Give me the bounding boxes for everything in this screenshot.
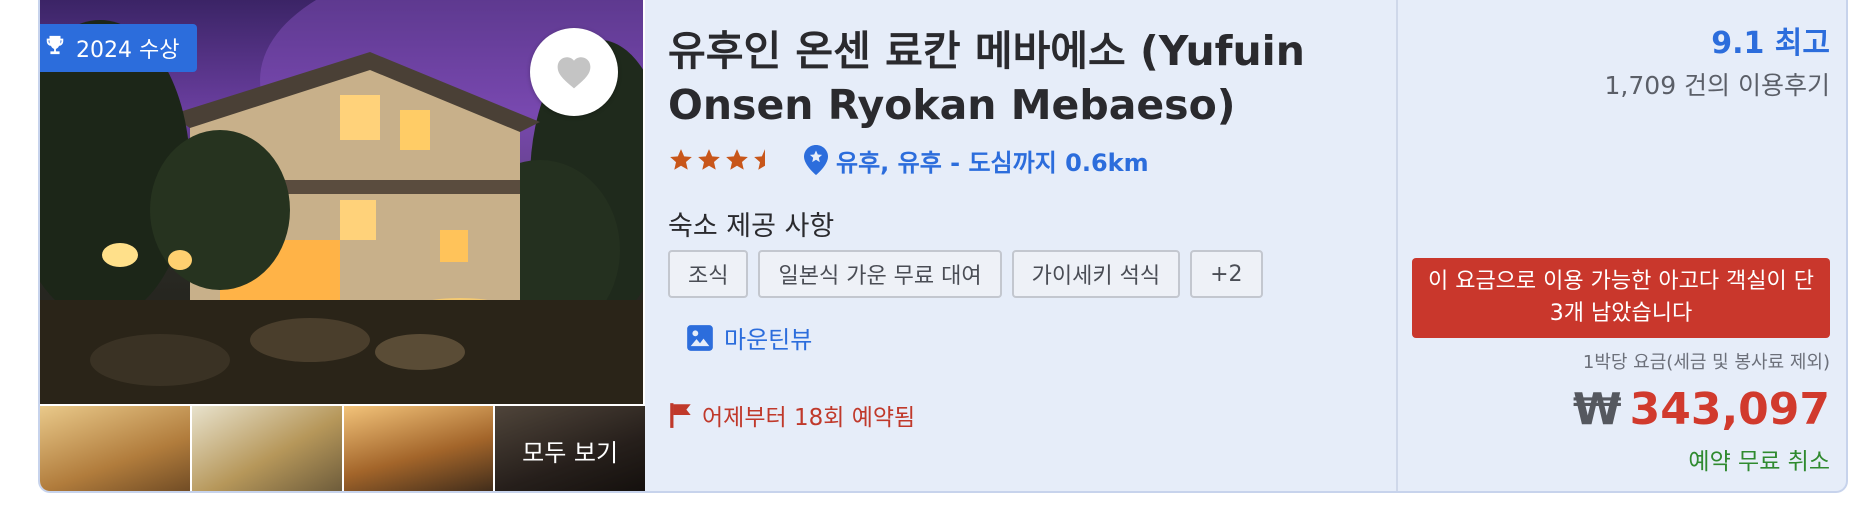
award-badge-label: 2024 수상 bbox=[76, 38, 180, 63]
thumbnail-image[interactable] bbox=[40, 406, 190, 491]
review-count[interactable]: 1,709 건의 이용후기 bbox=[1605, 66, 1830, 102]
review-score[interactable]: 9.1 최고 bbox=[1711, 18, 1830, 62]
hotel-name[interactable]: 유후인 온센 료칸 메바에소 (Yufuin Onsen Ryokan Meba… bbox=[668, 24, 1368, 132]
more-amenities-pill[interactable]: +2 bbox=[1190, 250, 1263, 298]
see-all-photos-button[interactable]: 모두 보기 bbox=[495, 406, 645, 491]
star-icon bbox=[670, 149, 692, 170]
star-rating bbox=[668, 147, 778, 173]
photo-gallery: 2024 수상 모두 보기 bbox=[40, 0, 645, 491]
amenity-pill: 일본식 가운 무료 대여 bbox=[758, 250, 1002, 298]
star-icon bbox=[726, 149, 748, 170]
per-night-label: 1박당 요금(세금 및 봉사료 제외) bbox=[1582, 352, 1830, 373]
favorite-button[interactable] bbox=[530, 28, 618, 116]
thumbnail-strip: 모두 보기 bbox=[40, 406, 645, 491]
thumbnail-image[interactable] bbox=[191, 406, 342, 491]
free-cancellation-label: 예약 무료 취소 bbox=[1688, 449, 1830, 475]
price-row: ₩ 343,097 bbox=[1573, 384, 1830, 435]
price-amount[interactable]: 343,097 bbox=[1630, 384, 1830, 435]
mountain-view-feature: 마운틴뷰 bbox=[686, 320, 812, 355]
image-icon bbox=[687, 324, 713, 351]
see-all-label: 모두 보기 bbox=[522, 438, 619, 467]
main-photo[interactable]: 2024 수상 bbox=[40, 0, 643, 404]
booking-activity-text: 어제부터 18회 예약됨 bbox=[702, 405, 916, 431]
half-star-icon bbox=[754, 149, 765, 170]
amenity-list: 조식 일본식 가운 무료 대여 가이세키 석식 +2 bbox=[668, 250, 1263, 298]
booking-activity: 어제부터 18회 예약됨 bbox=[668, 398, 915, 432]
heart-icon bbox=[557, 57, 591, 89]
currency-symbol: ₩ bbox=[1573, 384, 1622, 435]
amenity-pill: 가이세키 석식 bbox=[1011, 250, 1181, 298]
rating-location-row: 유후, 유후 - 도심까지 0.6km bbox=[668, 140, 1149, 180]
trophy-icon bbox=[44, 34, 66, 62]
thumbnail-image[interactable] bbox=[343, 406, 494, 491]
amenity-pill: 조식 bbox=[668, 250, 749, 298]
rooms-left-alert: 이 요금으로 이용 가능한 아고다 객실이 단 3개 남았습니다 bbox=[1412, 258, 1830, 338]
mountain-view-label: 마운틴뷰 bbox=[724, 326, 813, 354]
price-panel: 9.1 최고 1,709 건의 이용후기 이 요금으로 이용 가능한 아고다 객… bbox=[1396, 0, 1846, 491]
map-pin-icon bbox=[804, 145, 828, 175]
location-text: 유후, 유후 - 도심까지 0.6km bbox=[836, 148, 1149, 177]
amenities-title: 숙소 제공 사항 bbox=[668, 211, 835, 242]
hotel-card[interactable]: 2024 수상 모두 보기 유후인 온센 료칸 메바에소 (Yufuin Ons… bbox=[38, 0, 1848, 493]
award-badge: 2024 수상 bbox=[40, 24, 198, 72]
star-icon bbox=[698, 149, 720, 170]
flag-icon bbox=[670, 403, 691, 428]
location-link[interactable]: 유후, 유후 - 도심까지 0.6km bbox=[804, 143, 1149, 178]
hotel-info: 유후인 온센 료칸 메바에소 (Yufuin Onsen Ryokan Meba… bbox=[668, 0, 1398, 491]
